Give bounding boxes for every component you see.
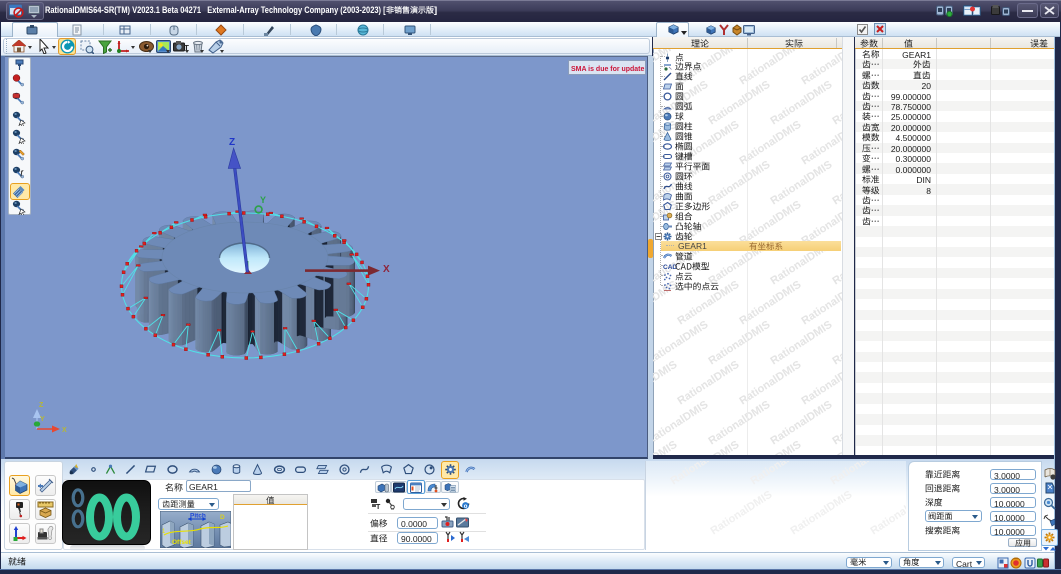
svg-text:Pitch: Pitch [190, 513, 206, 520]
svg-text:o: o [464, 504, 468, 510]
svg-text:D: D [220, 514, 225, 521]
svg-text:Y: Y [40, 416, 45, 423]
svg-text:X: X [62, 427, 67, 434]
svg-text:Offset: Offset [172, 539, 192, 546]
svg-text:T: T [376, 504, 381, 510]
svg-text:Z: Z [39, 402, 44, 409]
